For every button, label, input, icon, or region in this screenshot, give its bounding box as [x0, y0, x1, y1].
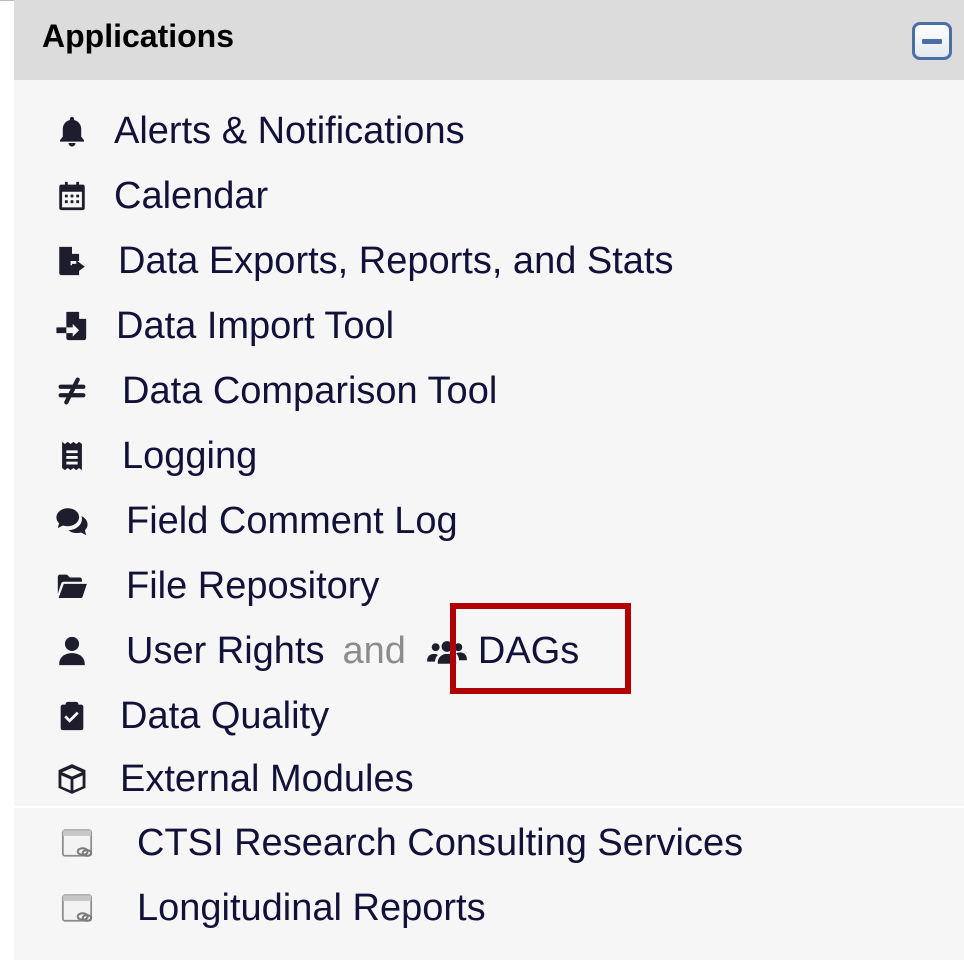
not-equal-icon	[54, 371, 90, 411]
menu-item-label[interactable]: Longitudinal Reports	[137, 887, 486, 930]
menu-item-label[interactable]: Data Exports, Reports, and Stats	[118, 240, 674, 283]
applications-panel: Applications Alerts & Notifications Cale…	[14, 0, 964, 960]
calendar-icon	[54, 176, 90, 216]
menu-item-logging[interactable]: Logging	[54, 428, 257, 484]
menu-item-data-import[interactable]: Data Import Tool	[54, 298, 394, 354]
user-rights-link[interactable]: User Rights	[126, 630, 325, 673]
cube-icon	[54, 759, 90, 799]
user-icon	[54, 631, 90, 671]
menu-item-alerts[interactable]: Alerts & Notifications	[54, 103, 465, 159]
panel-title: Applications	[42, 18, 235, 54]
menu-item-file-repository[interactable]: File Repository	[54, 558, 379, 614]
menu-item-label[interactable]: Field Comment Log	[126, 500, 458, 543]
menu-item-data-quality[interactable]: Data Quality	[54, 688, 329, 744]
file-import-icon	[54, 306, 90, 346]
minus-icon	[922, 39, 942, 44]
external-link-window-icon	[54, 888, 100, 928]
external-link-window-icon	[54, 823, 100, 863]
clipboard-check-icon	[54, 696, 90, 736]
menu-item-label[interactable]: Data Quality	[120, 695, 329, 738]
collapse-button[interactable]	[912, 22, 952, 60]
menu-item-field-comment-log[interactable]: Field Comment Log	[54, 493, 458, 549]
menu-item-label[interactable]: Alerts & Notifications	[114, 110, 465, 153]
file-export-icon	[54, 241, 90, 281]
external-link-ctsi[interactable]: CTSI Research Consulting Services	[54, 815, 743, 871]
receipt-icon	[54, 436, 90, 476]
folder-open-icon	[54, 566, 90, 606]
menu-item-label[interactable]: CTSI Research Consulting Services	[137, 822, 743, 865]
dags-highlight-box	[450, 603, 631, 694]
menu-item-external-modules[interactable]: External Modules	[54, 751, 414, 807]
menu-item-data-exports[interactable]: Data Exports, Reports, and Stats	[54, 233, 674, 289]
menu-item-label[interactable]: Data Import Tool	[116, 305, 394, 348]
connector-text: and	[342, 629, 406, 672]
comments-icon	[54, 501, 90, 541]
panel-header: Applications	[14, 0, 964, 80]
section-divider	[14, 806, 964, 808]
menu-item-label[interactable]: Calendar	[114, 175, 268, 218]
external-link-longitudinal-reports[interactable]: Longitudinal Reports	[54, 880, 486, 936]
menu-item-calendar[interactable]: Calendar	[54, 168, 268, 224]
menu-item-label[interactable]: Data Comparison Tool	[122, 370, 497, 413]
top-border-line	[0, 0, 14, 1]
menu-item-label[interactable]: External Modules	[120, 758, 414, 801]
menu-item-label[interactable]: File Repository	[126, 565, 379, 608]
menu-item-data-comparison[interactable]: Data Comparison Tool	[54, 363, 497, 419]
bell-icon	[54, 111, 90, 151]
menu-item-label[interactable]: Logging	[122, 435, 257, 478]
